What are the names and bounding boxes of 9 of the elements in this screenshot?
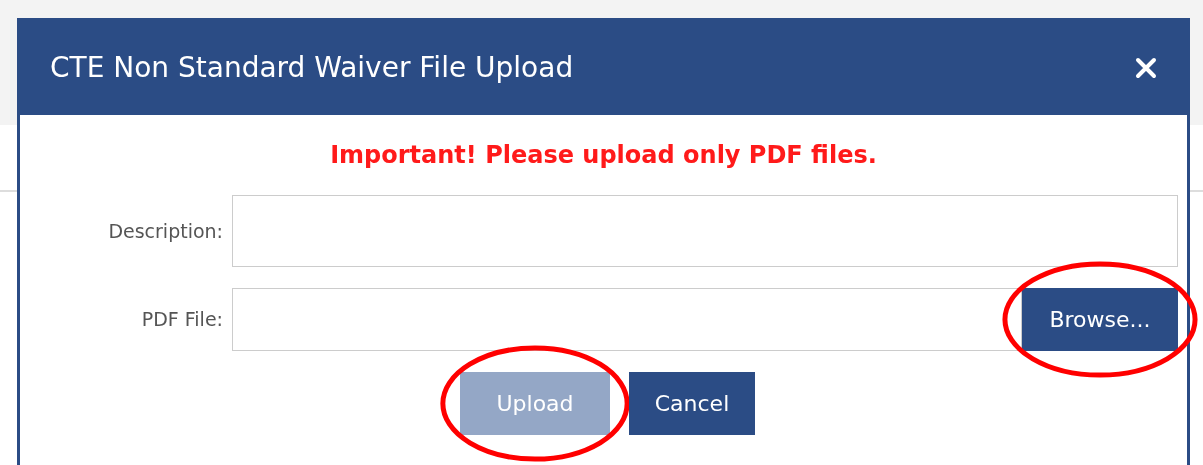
close-icon[interactable]	[1135, 57, 1157, 79]
warning-text: Important! Please upload only PDF files.	[330, 140, 877, 171]
description-field[interactable]	[232, 195, 1178, 267]
field-label: Description:	[107, 218, 224, 244]
action-button[interactable]: Cancel	[629, 372, 755, 435]
action-button[interactable]: Browse...	[1022, 288, 1178, 351]
dialog-title: CTE Non Standard Waiver File Upload	[50, 50, 574, 86]
file-path-field[interactable]	[232, 288, 1022, 351]
field-label: PDF File:	[140, 307, 224, 333]
